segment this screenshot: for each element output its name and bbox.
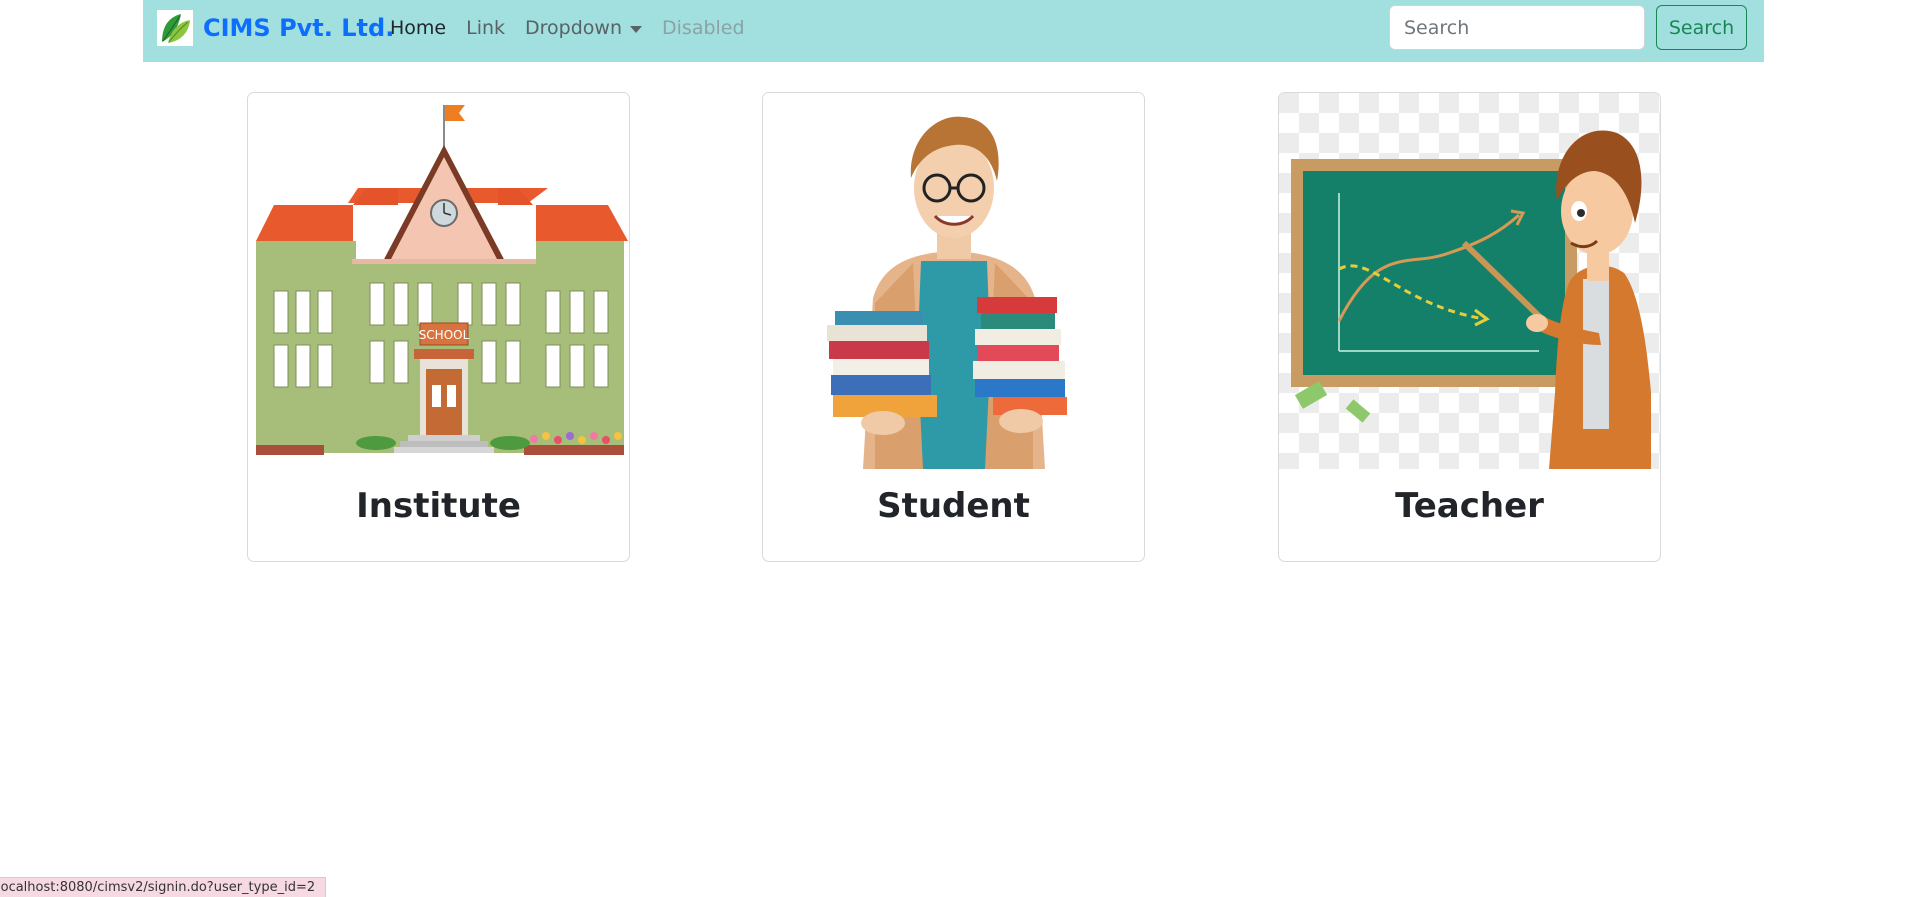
school-building-illustration: SCHOOL	[248, 93, 629, 469]
link-status-bar: localhost:8080/cimsv2/signin.do?user_typ…	[0, 877, 327, 897]
teacher-card[interactable]: Teacher	[1278, 92, 1661, 562]
institute-card-title: Institute	[356, 486, 521, 526]
svg-text:SCHOOL: SCHOOL	[419, 328, 470, 342]
page: CIMS Pvt. Ltd. Home Link Dropdown Disabl…	[0, 0, 1907, 897]
teacher-card-title: Teacher	[1395, 486, 1544, 526]
nav-links: Home Link Dropdown Disabled	[390, 0, 765, 56]
teacher-at-chalkboard-illustration	[1279, 93, 1660, 469]
brand-name: CIMS Pvt. Ltd.	[203, 14, 395, 42]
status-bar-url: localhost:8080/cimsv2/signin.do?user_typ…	[0, 880, 316, 895]
brand-link[interactable]: CIMS Pvt. Ltd.	[157, 9, 394, 47]
search-button[interactable]: Search	[1656, 5, 1747, 50]
nav-home-link[interactable]: Home	[390, 17, 446, 39]
nav-disabled-link: Disabled	[662, 17, 745, 39]
search-input[interactable]	[1389, 5, 1645, 50]
student-holding-books-photo	[763, 93, 1144, 469]
nav-dropdown-toggle[interactable]: Dropdown	[525, 17, 643, 39]
institute-card[interactable]: SCHOOL Institute	[247, 92, 630, 562]
student-card-title: Student	[877, 486, 1030, 526]
navbar: CIMS Pvt. Ltd. Home Link Dropdown Disabl…	[143, 0, 1764, 62]
nav-link-link[interactable]: Link	[466, 17, 505, 39]
leaf-logo-icon	[157, 10, 193, 46]
student-card[interactable]: Student	[762, 92, 1145, 562]
caret-down-icon	[630, 25, 643, 33]
nav-dropdown-label: Dropdown	[525, 17, 623, 39]
